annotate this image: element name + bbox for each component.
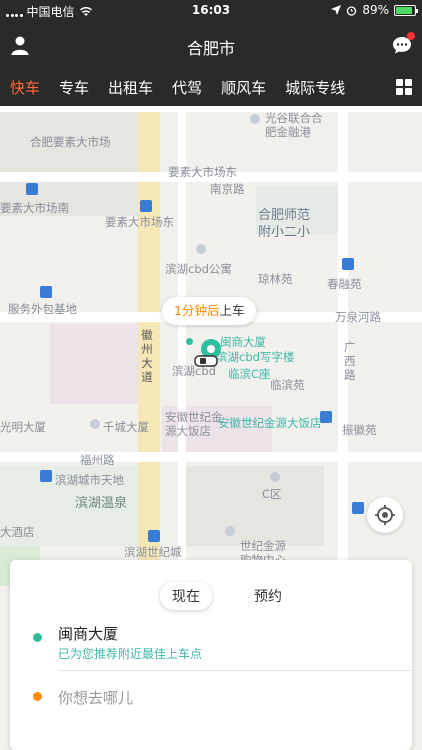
tab-intercity[interactable]: 城际专线 (275, 77, 354, 98)
map-label: 要素大市场东 (168, 165, 237, 179)
ride-time-switch: 现在 预约 (160, 582, 294, 610)
bus-stop-icon (320, 411, 332, 423)
battery-fill (396, 6, 413, 14)
map-label: 琼林苑 (258, 272, 293, 286)
map-label: 春融苑 (327, 277, 362, 291)
pickup-eta: 1分钟后 (174, 303, 220, 318)
map-label: 附小二小 (258, 225, 311, 240)
battery-percent: 89% (362, 3, 389, 17)
pickup-location-row[interactable]: 闽商大厦 已为您推荐附近最佳上车点 (10, 617, 412, 667)
bus-stop-icon (342, 258, 354, 270)
map-label: 滨湖城市天地 (55, 473, 124, 487)
map-label: 服务外包基地 (8, 302, 77, 316)
divider (58, 670, 412, 671)
poi-icon (250, 114, 260, 124)
battery-icon (394, 4, 418, 16)
bus-stop-icon (26, 183, 38, 195)
bus-stop-icon (40, 286, 52, 298)
pickup-action: 上车 (219, 303, 245, 318)
map-label: 千城大厦 (103, 420, 149, 434)
map-road (0, 106, 422, 112)
map-block (184, 466, 324, 546)
map-label: 要素大市场南 (0, 201, 69, 215)
pickup-eta-tooltip: 1分钟后上车 (162, 297, 257, 325)
tab-taxi[interactable]: 出租车 (98, 77, 162, 98)
poi-icon (90, 419, 100, 429)
map-label: 安徽世纪金源大饭店 (218, 416, 322, 430)
bus-stop-icon (140, 200, 152, 212)
tab-designated-driver[interactable]: 代驾 (162, 77, 211, 98)
alarm-icon (347, 5, 357, 16)
map-label: 合肥要素大市场 (30, 135, 111, 149)
map-label: 万泉河路 (335, 310, 381, 324)
map-block (50, 324, 138, 404)
mode-reserve[interactable]: 预约 (242, 582, 294, 610)
poi-icon (225, 526, 235, 536)
map-label: 南京路 (210, 182, 245, 196)
map-label: 临滨C座 (228, 367, 271, 381)
map-label: 闽商大厦 (220, 335, 266, 349)
car-icon (194, 355, 218, 367)
poi-icon (270, 472, 280, 482)
map-label: 滨湖cbd写字楼 (216, 350, 295, 364)
more-services-icon[interactable] (396, 79, 412, 95)
page-title[interactable]: 合肥市 (0, 35, 422, 59)
destination-placeholder: 你想去哪儿 (58, 689, 134, 707)
bus-stop-icon (40, 470, 52, 482)
map-label: C区 (262, 487, 282, 501)
map-label: 肥金融港 (265, 125, 311, 139)
bus-stop-icon (352, 502, 364, 514)
nav-bar: 合肥市 (0, 22, 422, 68)
map-label: 徽州大道 (141, 328, 153, 384)
locate-me-button[interactable] (367, 497, 403, 533)
map-label: 要素大市场东 (105, 215, 174, 229)
pickup-recommend-hint: 已为您推荐附近最佳上车点 (58, 647, 203, 661)
map-label: 振徽苑 (342, 423, 377, 437)
notification-dot (407, 32, 415, 40)
location-arrow-icon (331, 5, 342, 15)
tab-premier[interactable]: 专车 (49, 77, 98, 98)
map-label: 滨湖温泉 (75, 496, 128, 511)
ride-request-panel: 现在 预约 闽商大厦 已为您推荐附近最佳上车点 你想去哪儿 (10, 560, 412, 750)
map-label: 滨湖世纪城 (124, 545, 182, 559)
map-road (0, 452, 422, 462)
mode-now[interactable]: 现在 (160, 582, 212, 610)
bus-stop-icon (148, 530, 160, 542)
pickup-dot-icon (33, 633, 42, 642)
map-label: 安徽世纪金源大饭店 (165, 410, 223, 438)
destination-dot-icon (33, 692, 42, 701)
destination-row[interactable]: 你想去哪儿 (10, 680, 412, 714)
map-label: 福州路 (80, 453, 115, 467)
map-label: 光明大厦 (0, 420, 46, 434)
service-tab-bar: 快车 专车 出租车 代驾 顺风车 城际专线 (0, 68, 422, 106)
pickup-point-dot (186, 338, 193, 345)
tab-express[interactable]: 快车 (0, 77, 49, 98)
pickup-location-name: 闽商大厦 (58, 625, 119, 643)
tab-carpool[interactable]: 顺风车 (211, 77, 275, 98)
map-label: 临滨苑 (270, 378, 305, 392)
poi-icon (196, 244, 206, 254)
map-label: 广西路 (344, 340, 356, 382)
crosshair-icon (375, 505, 395, 525)
map-label: 滨湖cbd公寓 (165, 262, 232, 276)
status-bar: 中国电信 16:03 89% (0, 0, 422, 22)
map-label: 大酒店 (0, 525, 35, 539)
